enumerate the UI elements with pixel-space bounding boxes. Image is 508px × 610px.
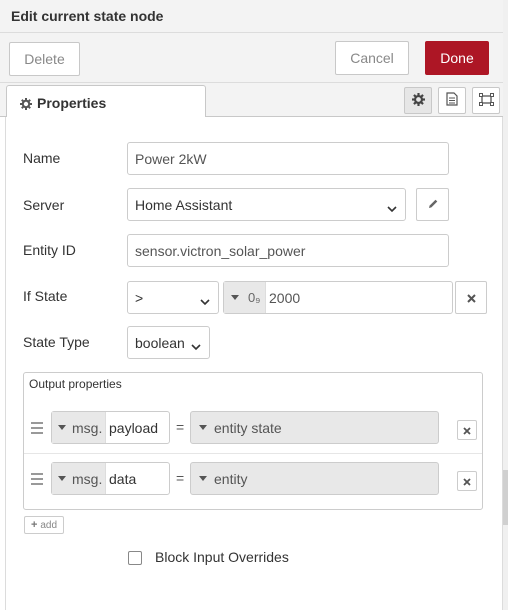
plus-icon: + [30, 519, 38, 531]
value-type-text: entity state [214, 419, 282, 436]
equals-sign: = [176, 419, 185, 435]
document-icon [446, 92, 458, 109]
value-type-label: entity [199, 463, 247, 494]
add-label: add [40, 519, 58, 531]
drag-handle-icon[interactable] [31, 473, 43, 488]
server-select-value: Home Assistant [135, 196, 233, 213]
caret-down-icon [58, 425, 66, 430]
output-row: msg. data = entity [24, 454, 482, 505]
caret-down-icon [58, 476, 66, 481]
value-type-select[interactable]: entity [190, 462, 439, 495]
state-type-value: boolean [135, 334, 185, 351]
name-input[interactable]: Power 2kW [127, 142, 449, 175]
if-state-typed-input[interactable]: 0₉ 2000 [223, 281, 453, 314]
scrollbar-thumb[interactable] [503, 470, 508, 525]
property-name[interactable]: payload [109, 412, 158, 443]
caret-down-icon [231, 295, 239, 300]
description-tab-button[interactable] [438, 87, 466, 114]
property-typed-input[interactable]: msg. data [51, 462, 170, 495]
output-properties-title: Output properties [29, 377, 122, 391]
value-type-select[interactable]: entity state [190, 411, 439, 444]
gear-icon [411, 92, 425, 109]
value-type-selector[interactable]: 0₉ [224, 282, 266, 313]
close-icon [463, 473, 471, 489]
appearance-tab-button[interactable] [472, 87, 500, 114]
clear-if-state-button[interactable] [455, 281, 487, 314]
property-type-selector[interactable]: msg. [52, 412, 106, 443]
state-type-select[interactable]: boolean [127, 326, 210, 359]
operator-select[interactable]: > [127, 281, 219, 314]
value-type-label: entity state [199, 412, 282, 443]
output-properties-box: Output properties msg. payload = entity … [23, 372, 483, 510]
output-row: msg. payload = entity state [24, 403, 482, 454]
close-icon [466, 290, 476, 306]
remove-row-button[interactable] [457, 471, 477, 491]
frame-icon [478, 92, 494, 109]
block-input-overrides-label: Block Input Overrides [155, 549, 289, 565]
server-label: Server [23, 197, 65, 213]
caret-down-icon [199, 425, 207, 430]
property-name[interactable]: data [109, 463, 136, 494]
if-state-value[interactable]: 2000 [269, 282, 300, 313]
remove-row-button[interactable] [457, 420, 477, 440]
property-typed-input[interactable]: msg. payload [51, 411, 170, 444]
property-type-selector[interactable]: msg. [52, 463, 106, 494]
tab-label: Properties [37, 95, 107, 111]
property-prefix: msg. [72, 419, 103, 436]
close-icon [463, 422, 471, 438]
entity-id-label: Entity ID [23, 242, 76, 258]
chevron-down-icon [200, 293, 210, 309]
entity-id-input[interactable]: sensor.victron_solar_power [127, 234, 449, 267]
delete-button[interactable]: Delete [9, 42, 80, 76]
if-state-label: If State [23, 288, 68, 304]
gear-icon [20, 97, 32, 113]
pencil-icon [427, 197, 439, 213]
number-type-icon: 0₉ [248, 290, 261, 305]
add-output-button[interactable]: + add [24, 516, 64, 534]
block-input-overrides-checkbox[interactable] [128, 551, 142, 565]
server-select[interactable]: Home Assistant [127, 188, 406, 221]
state-type-label: State Type [23, 334, 90, 350]
cancel-button[interactable]: Cancel [335, 41, 409, 75]
settings-tab-button[interactable] [404, 87, 432, 114]
dialog-title: Edit current state node [11, 8, 164, 24]
property-prefix: msg. [72, 470, 103, 487]
tab-bar: Properties [0, 83, 503, 118]
done-button[interactable]: Done [425, 41, 489, 75]
dialog-titlebar: Edit current state node [0, 0, 503, 33]
chevron-down-icon [387, 200, 397, 216]
tab-properties[interactable]: Properties [6, 85, 206, 118]
dialog-button-bar: Delete Cancel Done [0, 33, 503, 83]
equals-sign: = [176, 470, 185, 486]
edit-server-button[interactable] [416, 188, 449, 221]
drag-handle-icon[interactable] [31, 422, 43, 437]
name-label: Name [23, 150, 61, 166]
value-type-text: entity [214, 470, 248, 487]
operator-select-value: > [135, 289, 144, 306]
chevron-down-icon [191, 338, 201, 354]
caret-down-icon [199, 476, 207, 481]
